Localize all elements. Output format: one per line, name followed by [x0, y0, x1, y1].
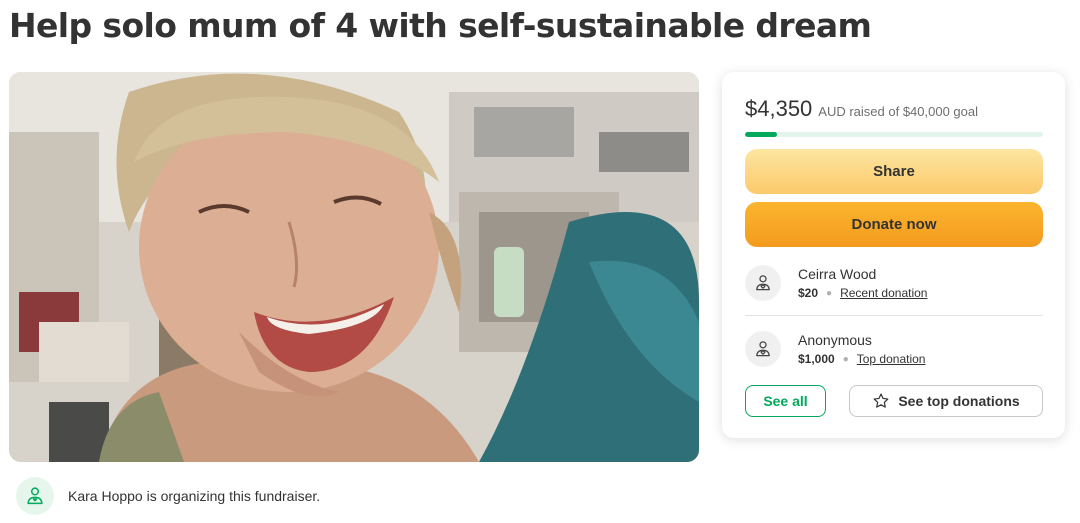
- donor-name: Ceirra Wood: [798, 266, 877, 282]
- user-heart-icon: [16, 477, 54, 515]
- user-heart-icon: [745, 265, 781, 301]
- see-all-button[interactable]: See all: [745, 385, 826, 417]
- progress-bar: [745, 132, 1043, 137]
- donation-item: Anonymous $1,000 ● Top donation: [745, 325, 1043, 373]
- user-heart-icon: [745, 331, 781, 367]
- donation-type-link[interactable]: Recent donation: [840, 286, 927, 300]
- see-top-donations-button[interactable]: See top donations: [849, 385, 1043, 417]
- progress-fill: [745, 132, 778, 137]
- raised-amount: $4,350: [745, 96, 813, 121]
- organizer-text: Kara Hoppo is organizing this fundraiser…: [68, 488, 321, 504]
- organizer-row: Kara Hoppo is organizing this fundraiser…: [16, 477, 320, 515]
- campaign-photo: [9, 72, 699, 462]
- separator-dot: ●: [826, 287, 833, 299]
- donate-now-button[interactable]: Donate now: [745, 202, 1043, 247]
- donation-type-link[interactable]: Top donation: [857, 352, 926, 366]
- share-button[interactable]: Share: [745, 149, 1043, 194]
- divider: [745, 315, 1043, 316]
- goal-text: AUD raised of $40,000 goal: [818, 104, 979, 119]
- page-title: Help solo mum of 4 with self-sustainable…: [9, 6, 872, 45]
- donation-amount: $20: [798, 286, 819, 300]
- donation-amount: $1,000: [798, 352, 835, 366]
- donor-name: Anonymous: [798, 332, 872, 348]
- donation-panel: $4,350 AUD raised of $40,000 goal Share …: [722, 72, 1065, 438]
- donation-item: Ceirra Wood $20 ● Recent donation: [745, 259, 1043, 307]
- raised-summary: $4,350 AUD raised of $40,000 goal: [745, 96, 978, 122]
- separator-dot: ●: [842, 353, 849, 365]
- see-top-donations-label: See top donations: [898, 393, 1020, 409]
- star-icon: [873, 393, 889, 408]
